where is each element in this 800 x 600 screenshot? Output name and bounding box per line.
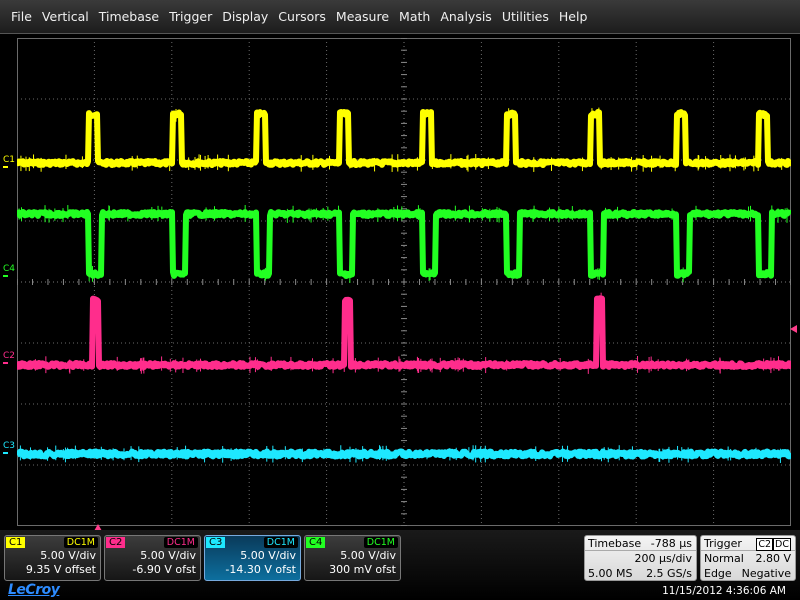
trigger-level-marker[interactable] [790, 325, 797, 333]
coupling-badge: DC1M [163, 537, 198, 548]
timebase-descriptor[interactable]: Timebase -788 µs 200 µs/div 5.00 MS 2.5 … [584, 535, 697, 581]
menu-trigger[interactable]: Trigger [164, 0, 217, 34]
offset-value: 300 mV ofst [329, 563, 396, 576]
trigger-level: 2.80 V [755, 552, 791, 565]
menu-file[interactable]: File [6, 0, 37, 34]
menu-vertical[interactable]: Vertical [37, 0, 94, 34]
graticule [17, 38, 791, 526]
menu-measure[interactable]: Measure [331, 0, 394, 34]
volts-per-div: 5.00 V/div [340, 549, 396, 562]
trigger-source: C2 DC [756, 536, 791, 551]
menu-bar: File Vertical Timebase Trigger Display C… [0, 0, 800, 34]
channel-name: C2 [106, 537, 126, 548]
trace-c3 [17, 448, 791, 460]
trigger-source-badge: C2 [756, 538, 774, 551]
channel-descriptor-c3[interactable]: C3 DC1M 5.00 V/div -14.30 V ofst [204, 535, 301, 581]
timebase-delay: -788 µs [650, 537, 692, 550]
trigger-descriptor[interactable]: Trigger C2 DC Normal 2.80 V Edge Negative [700, 535, 796, 581]
trace-label-c2[interactable]: C2 [3, 351, 15, 364]
trace-label-c3[interactable]: C3 [3, 441, 15, 454]
channel-descriptor-c4[interactable]: C4 DC1M 5.00 V/div 300 mV ofst [304, 535, 401, 581]
menu-display[interactable]: Display [217, 0, 273, 34]
trigger-slope: Negative [741, 567, 791, 580]
menu-utilities[interactable]: Utilities [497, 0, 554, 34]
trigger-coupling-badge: DC [773, 538, 791, 551]
trigger-mode: Normal [704, 552, 744, 565]
status-panel: C1 DC1M 5.00 V/div 9.35 V offset C2 DC1M… [0, 530, 800, 600]
trace-label-c4[interactable]: C4 [3, 264, 15, 277]
offset-value: 9.35 V offset [25, 563, 96, 576]
brand-logo[interactable]: LeCroy [8, 582, 60, 598]
trace-label-c1[interactable]: C1 [3, 155, 15, 168]
coupling-badge: DC1M [363, 537, 398, 548]
channel-descriptor-c1[interactable]: C1 DC1M 5.00 V/div 9.35 V offset [4, 535, 101, 581]
trigger-type: Edge [704, 567, 732, 580]
volts-per-div: 5.00 V/div [240, 549, 296, 562]
channel-name: C3 [206, 537, 226, 548]
trigger-label: Trigger [704, 537, 742, 550]
offset-value: -6.90 V ofst [132, 563, 196, 576]
coupling-badge: DC1M [63, 537, 98, 548]
time-per-div: 200 µs/div [634, 552, 692, 565]
waveform-display[interactable] [17, 38, 791, 526]
offset-value: -14.30 V ofst [225, 563, 296, 576]
trace-c2 [17, 295, 791, 370]
menu-timebase[interactable]: Timebase [94, 0, 164, 34]
menu-cursors[interactable]: Cursors [273, 0, 331, 34]
channel-descriptor-c2[interactable]: C2 DC1M 5.00 V/div -6.90 V ofst [104, 535, 201, 581]
coupling-badge: DC1M [263, 537, 298, 548]
channel-name: C1 [6, 537, 26, 548]
channel-name: C4 [306, 537, 326, 548]
volts-per-div: 5.00 V/div [140, 549, 196, 562]
date-time: 11/15/2012 4:36:06 AM [662, 585, 786, 597]
volts-per-div: 5.00 V/div [40, 549, 96, 562]
menu-help[interactable]: Help [554, 0, 593, 34]
sample-count: 5.00 MS [588, 567, 633, 580]
sample-rate: 2.5 GS/s [646, 567, 692, 580]
menu-math[interactable]: Math [394, 0, 435, 34]
menu-analysis[interactable]: Analysis [435, 0, 497, 34]
timebase-label: Timebase [588, 537, 642, 550]
